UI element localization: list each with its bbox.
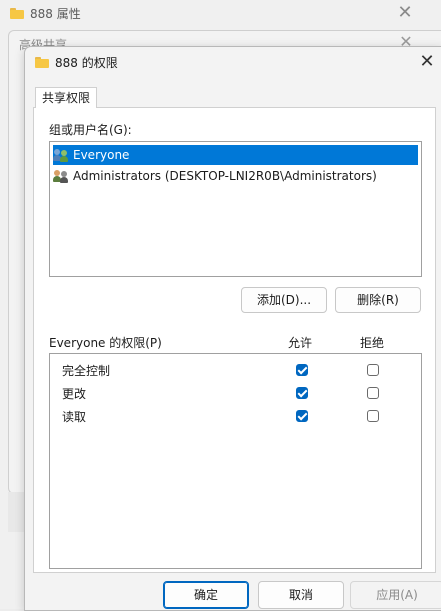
users-label: 组或用户名(G): bbox=[49, 123, 132, 137]
properties-close-button[interactable]: ✕ bbox=[393, 2, 417, 24]
permissions-dialog-title: 888 的权限 bbox=[55, 56, 118, 70]
permissions-label: Everyone 的权限(P) bbox=[49, 336, 162, 350]
permission-read-label: 读取 bbox=[62, 410, 87, 424]
permission-full-control-label: 完全控制 bbox=[62, 364, 111, 378]
permissions-list: 完全控制 更改 读取 bbox=[49, 353, 422, 569]
user-name: Administrators (DESKTOP-LNI2R0B\Administ… bbox=[73, 169, 377, 183]
permissions-dialog: 888 的权限 ✕ 共享权限 组或用户名(G): Everyone Admini… bbox=[24, 46, 441, 611]
folder-icon bbox=[10, 8, 24, 19]
allow-column-header: 允许 bbox=[288, 336, 313, 350]
window-edge-strip bbox=[8, 492, 24, 532]
user-name: Everyone bbox=[73, 148, 130, 162]
tab-share-permissions[interactable]: 共享权限 bbox=[35, 87, 98, 108]
change-deny-checkbox[interactable] bbox=[367, 387, 379, 399]
change-allow-checkbox[interactable] bbox=[296, 387, 308, 399]
ok-button[interactable]: 确定 bbox=[163, 581, 249, 609]
list-item-administrators[interactable]: Administrators (DESKTOP-LNI2R0B\Administ… bbox=[53, 166, 381, 186]
permissions-close-button[interactable]: ✕ bbox=[414, 50, 440, 74]
permission-change-label: 更改 bbox=[62, 387, 87, 401]
list-item-everyone[interactable]: Everyone bbox=[53, 145, 418, 165]
users-list[interactable]: Everyone Administrators (DESKTOP-LNI2R0B… bbox=[49, 141, 422, 277]
permissions-dialog-titlebar: 888 的权限 bbox=[35, 54, 118, 71]
remove-button[interactable]: 删除(R) bbox=[335, 287, 421, 313]
users-icon bbox=[53, 148, 69, 162]
full-control-deny-checkbox[interactable] bbox=[367, 364, 379, 376]
full-control-allow-checkbox[interactable] bbox=[296, 364, 308, 376]
read-allow-checkbox[interactable] bbox=[296, 410, 308, 422]
add-button[interactable]: 添加(D)... bbox=[241, 287, 327, 313]
properties-window-title: 888 属性 bbox=[30, 7, 81, 21]
deny-column-header: 拒绝 bbox=[360, 336, 385, 350]
apply-button[interactable]: 应用(A) bbox=[350, 581, 441, 609]
properties-window-titlebar: 888 属性 bbox=[10, 5, 81, 22]
folder-icon bbox=[35, 57, 49, 68]
read-deny-checkbox[interactable] bbox=[367, 410, 379, 422]
cancel-button[interactable]: 取消 bbox=[258, 581, 344, 609]
admin-group-icon bbox=[53, 169, 69, 183]
